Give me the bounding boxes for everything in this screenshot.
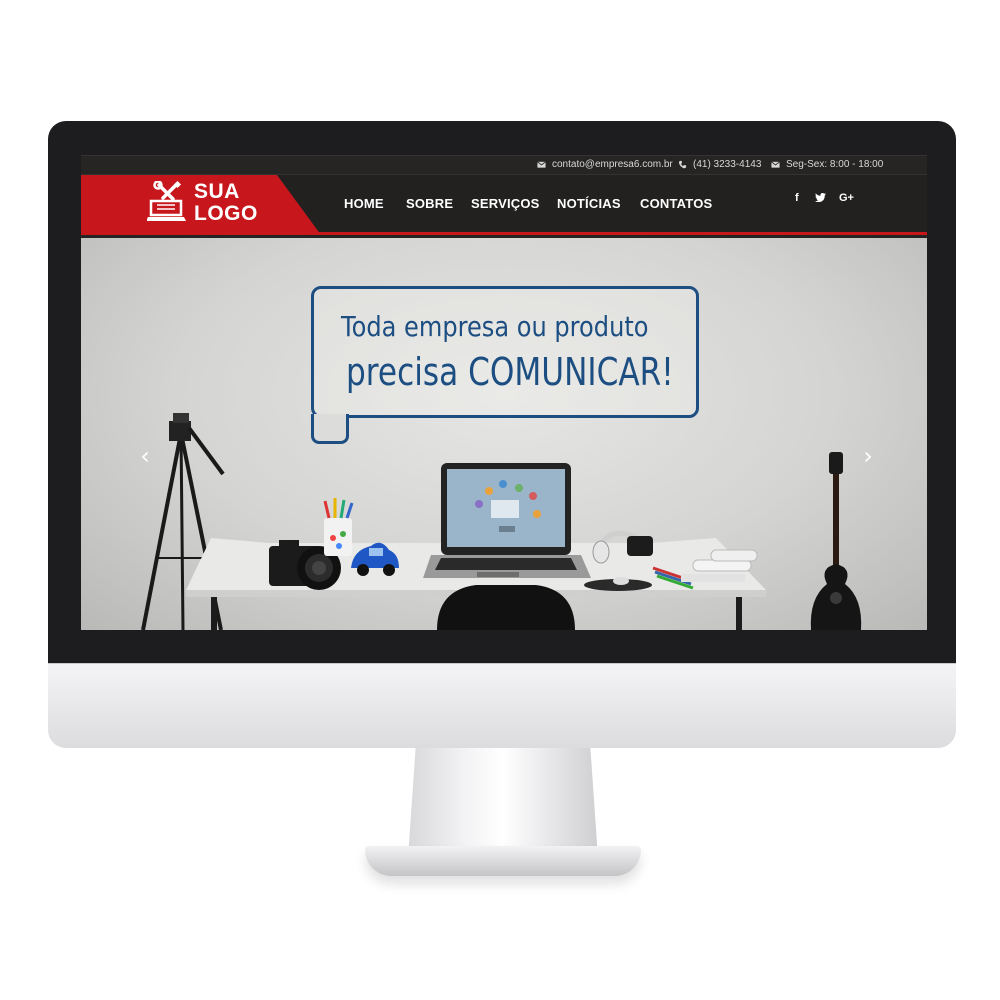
facebook-icon[interactable]: f	[795, 192, 799, 204]
phone-text: (41) 3233-4143	[693, 159, 762, 170]
speech-bubble-tail	[311, 414, 349, 444]
nav-item-servicos[interactable]: SERVIÇOS	[471, 196, 540, 211]
logo-text-line1: SUA	[194, 180, 240, 203]
logo[interactable]: SUA LOGO	[81, 175, 321, 235]
envelope-icon	[771, 161, 780, 168]
site-header: SUA LOGO HOME SOBRE SERVIÇOS NOTÍCIAS CO…	[81, 175, 927, 235]
topbar-hours: Seg-Sex: 8:00 - 18:00	[771, 159, 883, 170]
hero-slider: Toda empresa ou produto precisa COMUNICA…	[81, 238, 927, 630]
logo-text-line2: LOGO	[194, 202, 258, 225]
hours-text: Seg-Sex: 8:00 - 18:00	[786, 159, 884, 170]
slider-next-arrow[interactable]: ›	[858, 442, 878, 470]
nav-item-home[interactable]: HOME	[344, 196, 384, 211]
twitter-icon[interactable]	[815, 193, 826, 205]
laptop-icon	[423, 463, 591, 578]
email-text: contato@empresa6.com.br	[552, 159, 673, 170]
website-screen: contato@empresa6.com.br (41) 3233-4143 S…	[81, 155, 927, 630]
nav-item-sobre[interactable]: SOBRE	[406, 196, 453, 211]
hero-headline-line1: Toda empresa ou produto	[341, 310, 649, 343]
phone-icon	[678, 160, 687, 169]
tools-laptop-icon	[147, 181, 186, 221]
top-contact-bar: contato@empresa6.com.br (41) 3233-4143 S…	[81, 155, 927, 175]
googleplus-icon[interactable]: G+	[839, 192, 854, 204]
nav-item-noticias[interactable]: NOTÍCIAS	[557, 196, 621, 211]
envelope-icon	[537, 161, 546, 168]
monitor-foot	[365, 846, 641, 876]
chair	[437, 585, 575, 630]
pencil-cup-icon	[323, 498, 354, 556]
hero-headline-line2: precisa COMUNICAR!	[346, 350, 674, 394]
nav-item-contatos[interactable]: CONTATOS	[640, 196, 712, 211]
slider-prev-arrow[interactable]: ‹	[135, 442, 155, 470]
guitar-icon	[810, 452, 862, 630]
monitor-chin	[48, 663, 956, 748]
monitor-stand	[408, 748, 598, 858]
topbar-email[interactable]: contato@empresa6.com.br	[537, 159, 673, 170]
topbar-phone[interactable]: (41) 3233-4143	[678, 159, 761, 170]
